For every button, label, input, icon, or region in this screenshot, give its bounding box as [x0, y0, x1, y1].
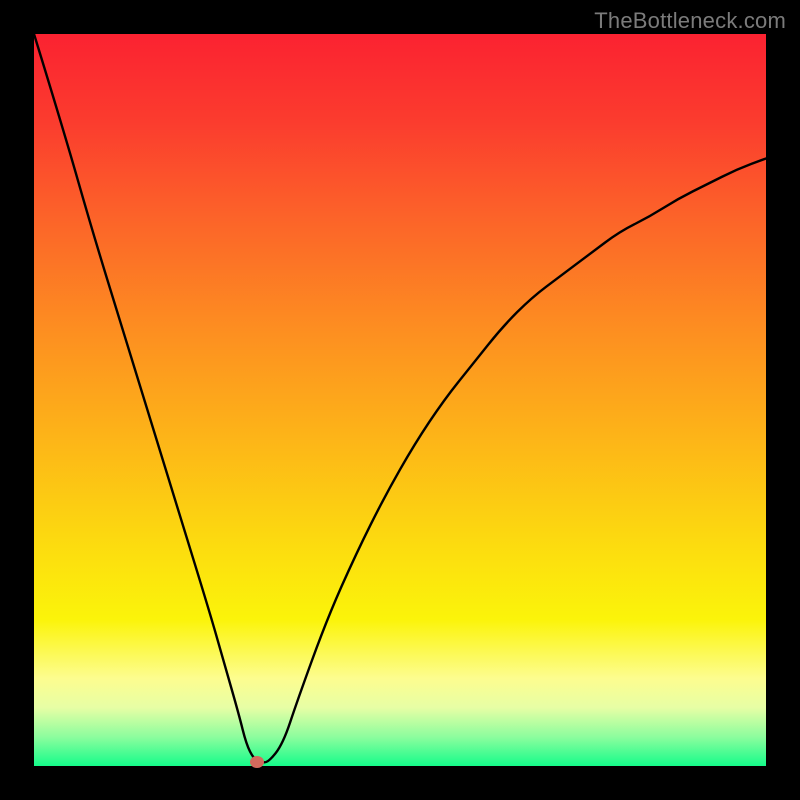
bottleneck-curve [34, 34, 766, 766]
plot-area [34, 34, 766, 766]
watermark-text: TheBottleneck.com [594, 8, 786, 34]
minimum-marker [250, 756, 264, 768]
chart-frame: TheBottleneck.com [0, 0, 800, 800]
